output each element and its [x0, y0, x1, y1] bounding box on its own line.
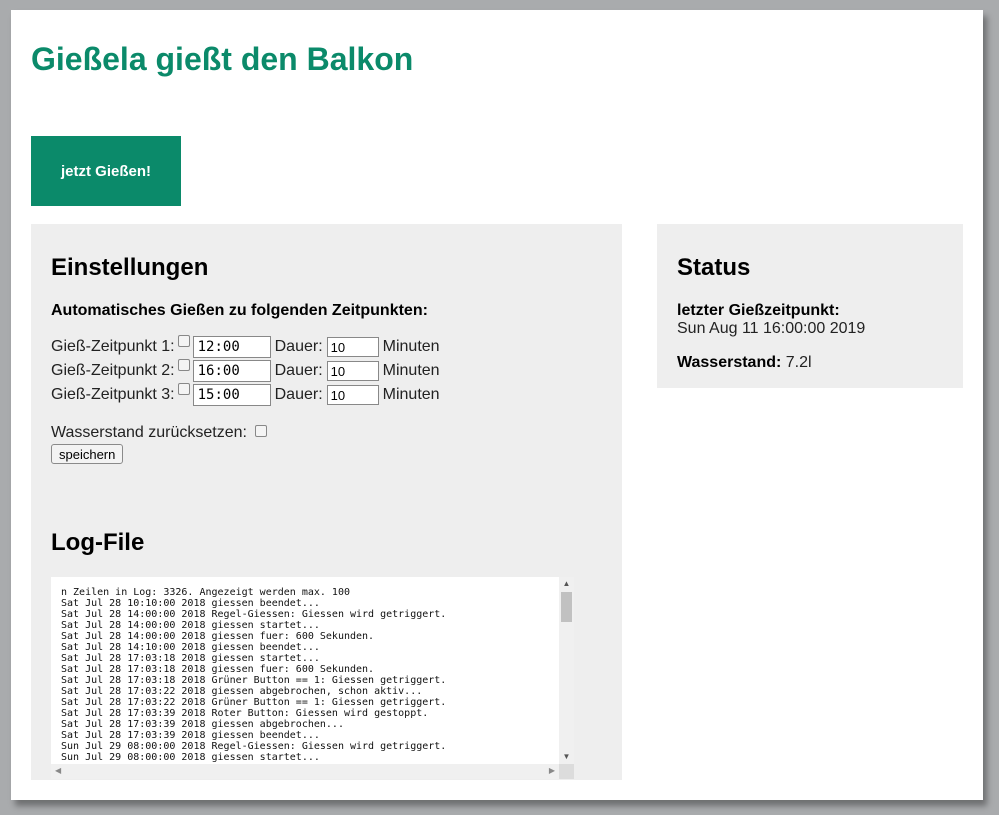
settings-heading: Einstellungen	[51, 254, 209, 281]
last-watering-label: letzter Gießzeitpunkt:	[677, 302, 840, 319]
reset-water-level-row: Wasserstand zurücksetzen:	[51, 424, 270, 442]
schedule-enable-checkbox[interactable]	[177, 335, 190, 347]
schedule-label: Gieß-Zeitpunkt 1:	[51, 338, 175, 355]
log-line: Sat Jul 28 17:03:18 2018 giessen startet…	[61, 653, 320, 664]
schedule-enable-checkbox[interactable]	[177, 383, 190, 395]
scroll-thumb[interactable]	[561, 592, 572, 622]
log-line: Sat Jul 28 10:10:00 2018 giessen beendet…	[61, 598, 320, 609]
log-line: Sun Jul 29 08:00:00 2018 giessen startet…	[61, 752, 320, 763]
log-vertical-scrollbar[interactable]: ▲ ▼	[559, 577, 574, 764]
duration-unit: Minuten	[382, 386, 440, 403]
log-line: Sat Jul 28 17:03:18 2018 giessen fuer: 6…	[61, 664, 375, 675]
log-line: Sat Jul 28 17:03:39 2018 giessen beendet…	[61, 730, 320, 741]
log-line: Sat Jul 28 17:03:18 2018 Grüner Button =…	[61, 675, 447, 686]
page-title: Gießela gießt den Balkon	[31, 41, 414, 77]
page-container: Gießela gießt den Balkon jetzt Gießen! E…	[11, 10, 983, 800]
scrollbar-corner	[559, 764, 574, 779]
log-line: Sat Jul 28 14:10:00 2018 giessen beendet…	[61, 642, 320, 653]
log-line: Sat Jul 28 17:03:39 2018 giessen abgebro…	[61, 719, 344, 730]
water-now-button[interactable]: jetzt Gießen!	[31, 136, 181, 206]
status-panel: Status letzter Gießzeitpunkt: Sun Aug 11…	[657, 224, 963, 388]
schedule-row-1: Gieß-Zeitpunkt 1: Dauer: Minuten	[51, 335, 440, 358]
log-horizontal-scrollbar[interactable]: ◀ ▶	[51, 764, 559, 779]
water-level-value: 7.2l	[785, 354, 812, 371]
save-button[interactable]: speichern	[51, 444, 124, 464]
log-line: Sat Jul 28 17:03:39 2018 Roter Button: G…	[61, 708, 429, 719]
duration-input[interactable]	[326, 385, 379, 405]
duration-label: Dauer:	[274, 362, 323, 379]
log-line: Sat Jul 28 17:03:22 2018 giessen abgebro…	[61, 686, 423, 697]
log-line: Sun Jul 29 08:00:00 2018 Regel-Giessen: …	[61, 741, 447, 752]
scroll-left-icon[interactable]: ◀	[55, 766, 61, 775]
reset-water-level-checkbox[interactable]	[254, 425, 267, 437]
schedule-row-2: Gieß-Zeitpunkt 2: Dauer: Minuten	[51, 359, 440, 382]
log-line: Sat Jul 28 17:03:22 2018 Grüner Button =…	[61, 697, 447, 708]
duration-unit: Minuten	[382, 362, 440, 379]
schedule-time-input[interactable]	[192, 336, 271, 358]
duration-label: Dauer:	[274, 386, 323, 403]
last-watering-value: Sun Aug 11 16:00:00 2019	[677, 320, 866, 337]
scroll-down-icon[interactable]: ▼	[559, 752, 574, 762]
water-level: Wasserstand: 7.2l	[677, 354, 812, 372]
scroll-right-icon[interactable]: ▶	[549, 766, 555, 775]
settings-panel: Einstellungen Automatisches Gießen zu fo…	[31, 224, 622, 780]
status-heading: Status	[677, 254, 751, 281]
schedule-time-input[interactable]	[192, 360, 271, 382]
schedule-label: Gieß-Zeitpunkt 2:	[51, 362, 175, 379]
log-textarea[interactable]: n Zeilen in Log: 3326. Angezeigt werden …	[51, 577, 574, 779]
schedule-subheading: Automatisches Gießen zu folgenden Zeitpu…	[51, 302, 428, 319]
log-content: n Zeilen in Log: 3326. Angezeigt werden …	[61, 587, 446, 763]
duration-label: Dauer:	[274, 338, 323, 355]
schedule-label: Gieß-Zeitpunkt 3:	[51, 386, 175, 403]
duration-unit: Minuten	[382, 338, 440, 355]
log-line: Sat Jul 28 14:00:00 2018 Regel-Giessen: …	[61, 609, 447, 620]
scroll-up-icon[interactable]: ▲	[559, 579, 574, 589]
duration-input[interactable]	[326, 337, 379, 357]
water-level-label: Wasserstand:	[677, 354, 782, 371]
reset-water-level-label: Wasserstand zurücksetzen:	[51, 424, 247, 441]
log-line: n Zeilen in Log: 3326. Angezeigt werden …	[61, 587, 350, 598]
log-heading: Log-File	[51, 529, 145, 556]
schedule-row-3: Gieß-Zeitpunkt 3: Dauer: Minuten	[51, 383, 440, 406]
log-line: Sat Jul 28 14:00:00 2018 giessen fuer: 6…	[61, 631, 375, 642]
schedule-enable-checkbox[interactable]	[177, 359, 190, 371]
log-line: Sat Jul 28 14:00:00 2018 giessen startet…	[61, 620, 320, 631]
duration-input[interactable]	[326, 361, 379, 381]
schedule-time-input[interactable]	[192, 384, 271, 406]
